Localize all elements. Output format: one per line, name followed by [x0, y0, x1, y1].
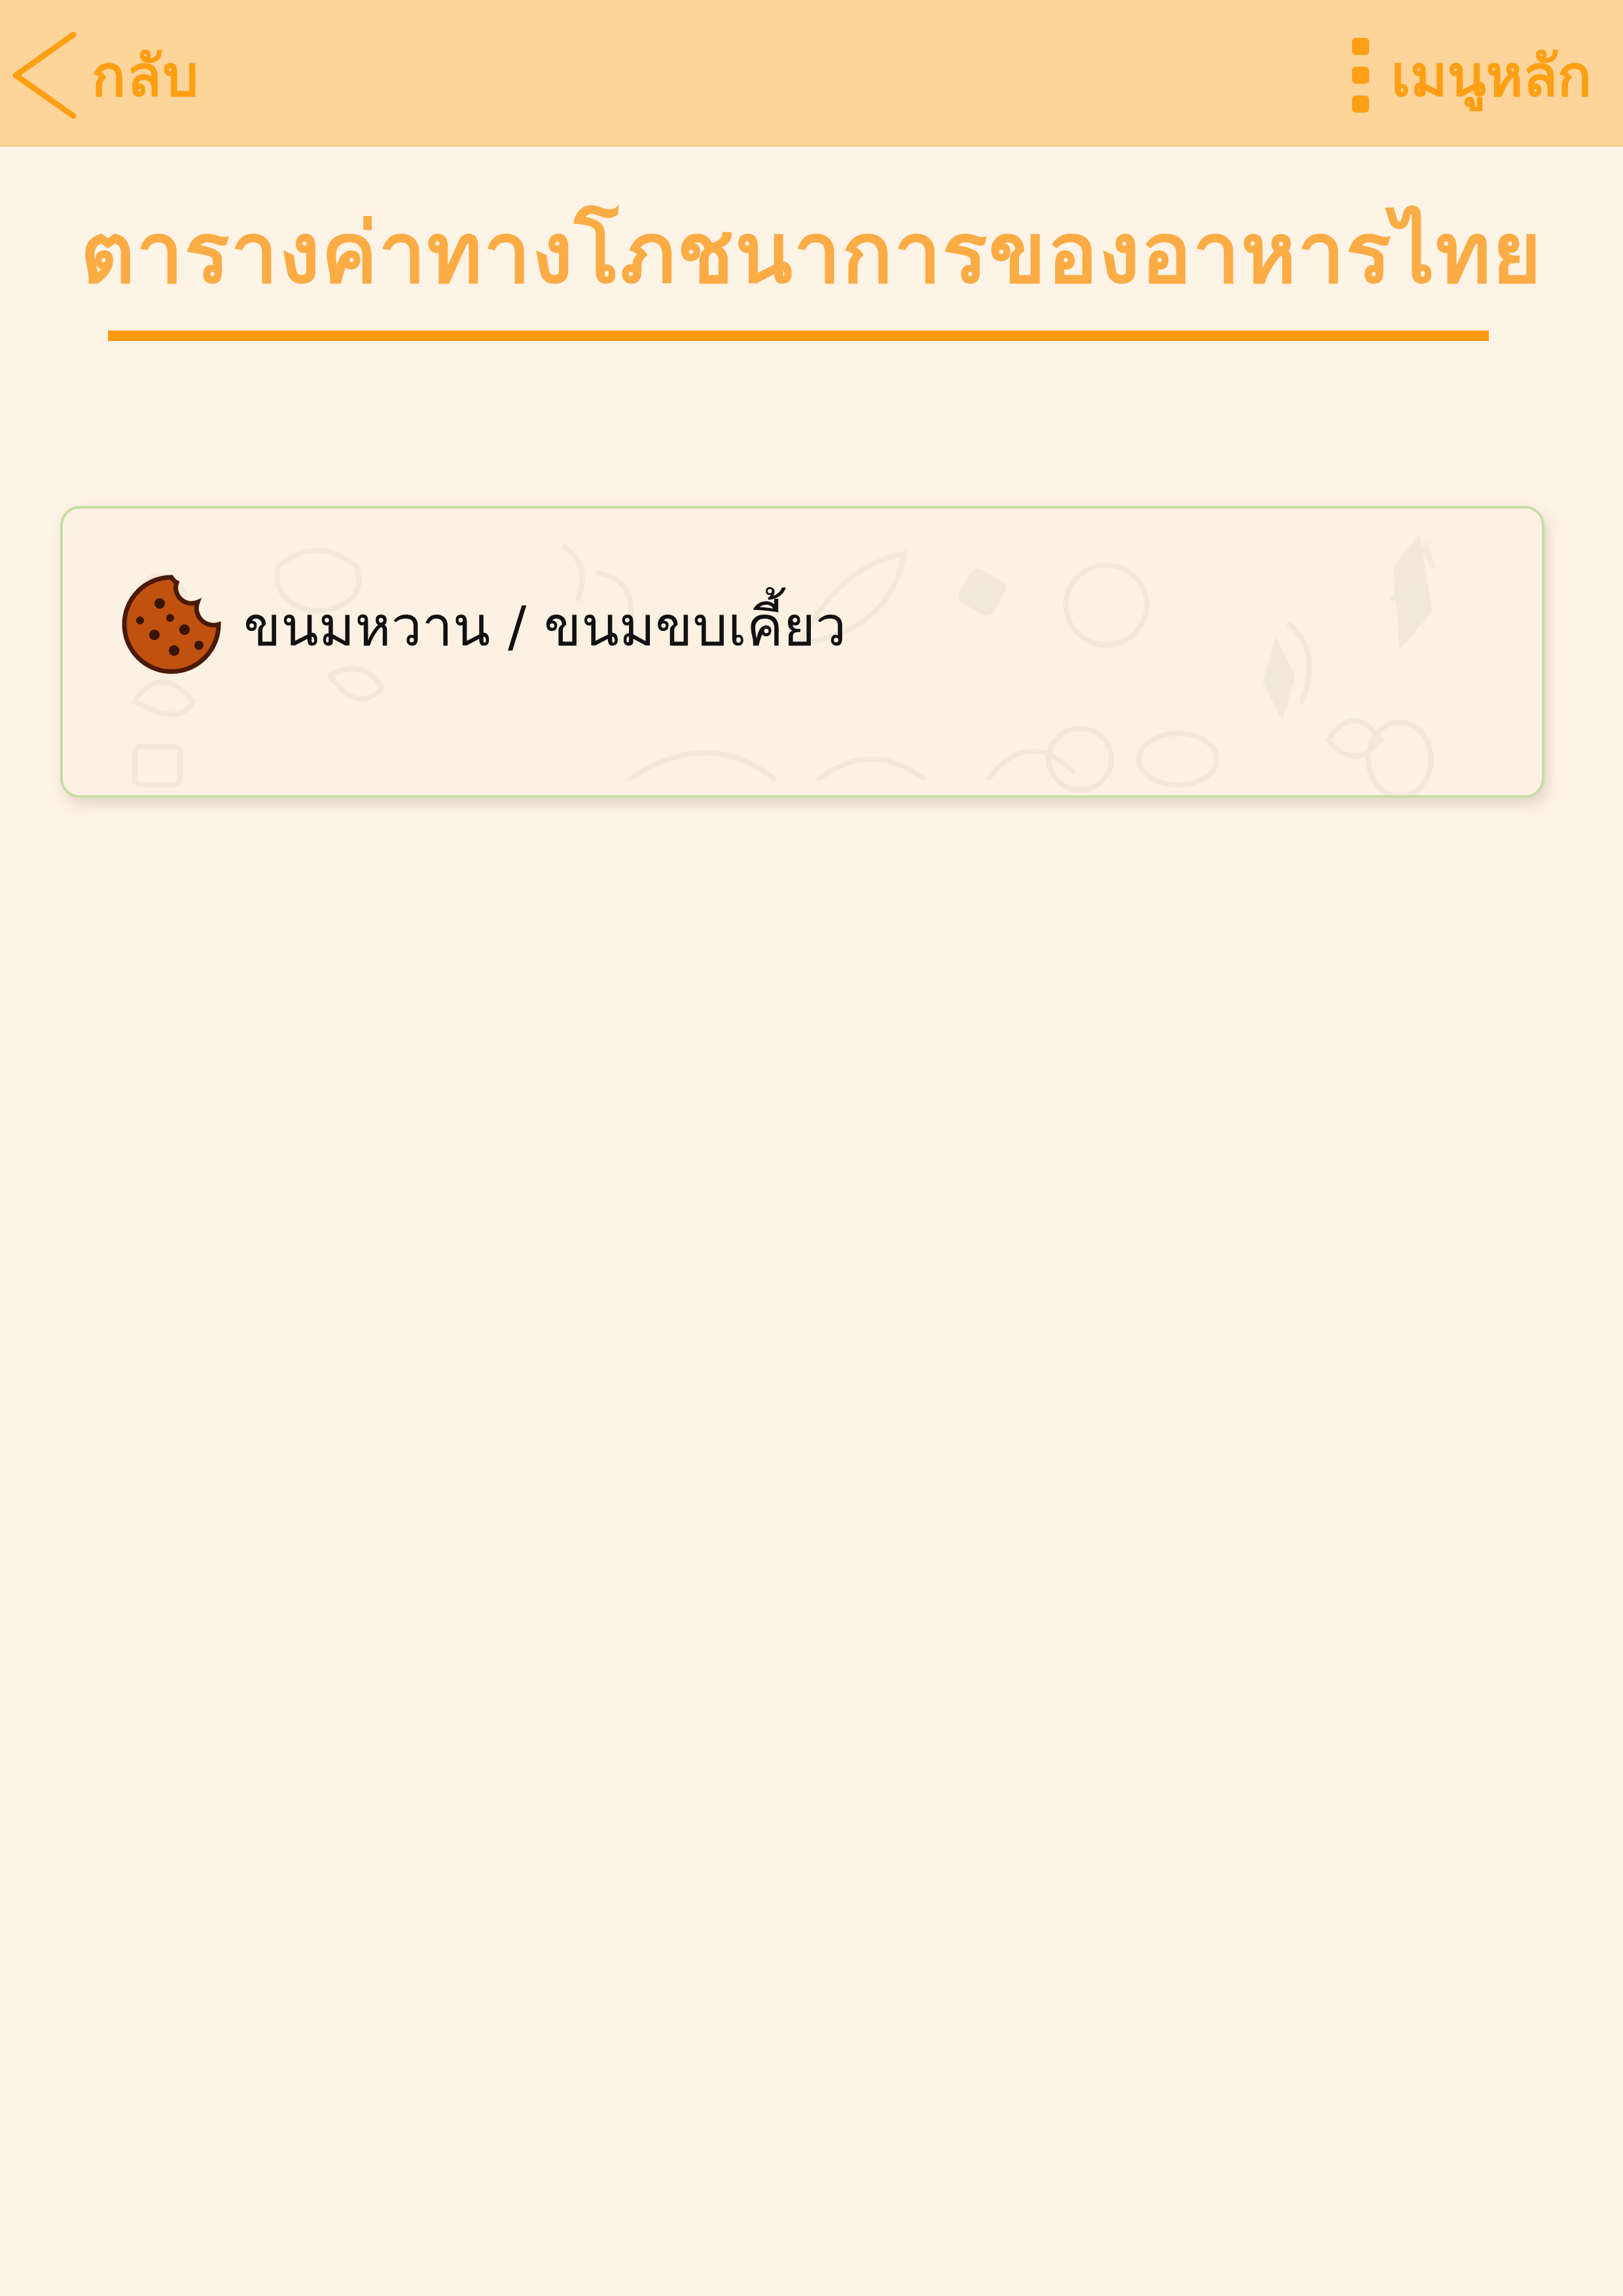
back-button[interactable]: กลับ: [7, 26, 200, 124]
category-card-desserts-snacks[interactable]: ขนมหวาน / ขนมขบเคี้ยว: [60, 506, 1544, 798]
page-title: ตารางค่าทางโภชนาการของอาหารไทย: [80, 205, 1543, 302]
chevron-left-icon: [7, 29, 79, 121]
cookie-icon: [119, 572, 224, 679]
top-bar: กลับ เมนูหลัก: [0, 0, 1623, 147]
back-label: กลับ: [92, 43, 200, 109]
main-menu-label: เมนูหลัก: [1391, 43, 1592, 109]
title-divider: [108, 331, 1489, 341]
category-label: ขนมหวาน / ขนมขบเคี้ยว: [243, 594, 847, 658]
main-menu-button[interactable]: เมนูหลัก: [1351, 26, 1592, 124]
kebab-menu-icon: [1351, 38, 1369, 113]
